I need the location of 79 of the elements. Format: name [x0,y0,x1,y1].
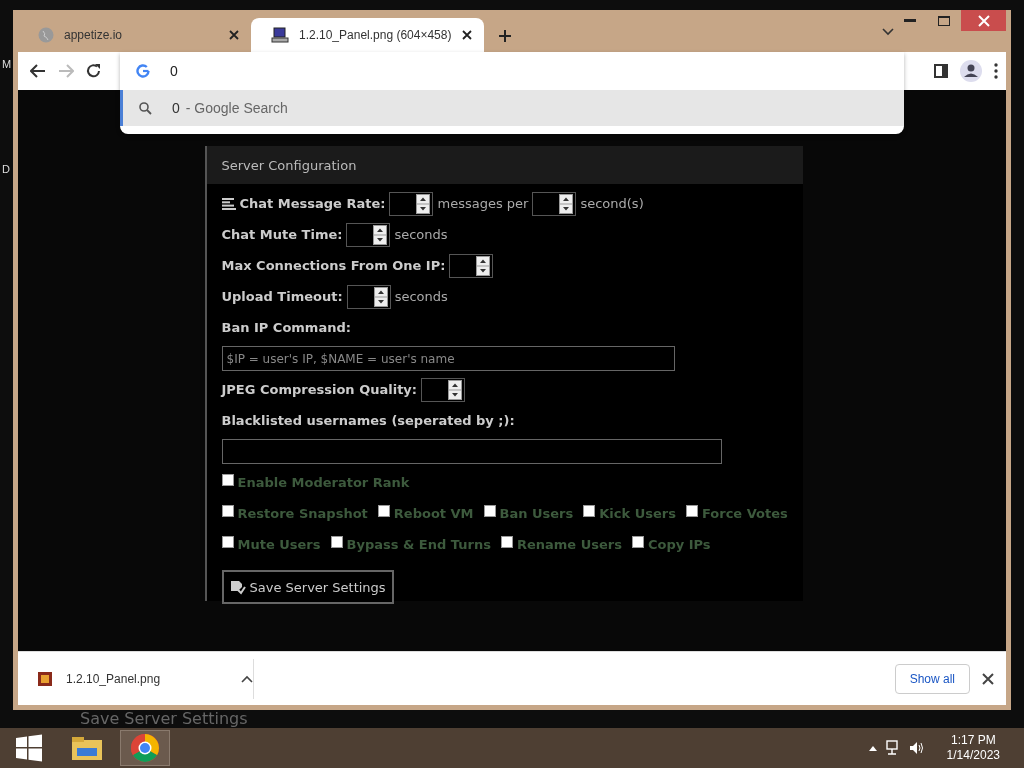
checkbox-label: Copy IPs [647,537,711,552]
close-button[interactable] [961,10,1006,31]
field-label: Blacklisted usernames (seperated by ;): [221,413,515,428]
chevron-down-icon[interactable] [882,28,894,36]
network-icon[interactable] [884,740,901,756]
checkbox[interactable] [221,504,234,517]
field-label: JPEG Compression Quality: [221,382,417,397]
number-spinner[interactable] [532,191,577,216]
close-icon[interactable] [229,30,239,40]
field-label: Max Connections From One IP: [221,258,446,273]
checkbox[interactable] [685,504,698,517]
checkbox-label: Mute Users [237,537,321,552]
checkbox-label: Rename Users [516,537,622,552]
checkbox-label: Ban Users [499,506,574,521]
checkbox[interactable] [631,535,644,548]
checkbox[interactable] [221,473,234,486]
clock-date: 1/14/2023 [946,748,1000,763]
number-spinner[interactable] [346,222,391,247]
computer-icon [271,27,289,43]
field-label: Upload Timeout: [221,289,343,304]
checkbox-label: Reboot VM [393,506,474,521]
clock-time: 1:17 PM [950,733,996,748]
reload-button[interactable] [86,63,102,79]
checkbox[interactable] [377,504,390,517]
unit-label: second(s) [580,196,644,211]
download-filename[interactable]: 1.2.10_Panel.png [66,671,227,686]
close-icon [977,14,990,27]
side-panel-button[interactable] [934,64,948,78]
list-icon [221,197,236,210]
number-spinner[interactable] [421,377,465,402]
checkbox-label: Enable Moderator Rank [237,475,410,490]
checkbox-label: Kick Users [599,506,676,521]
chevron-up-icon[interactable] [241,674,253,683]
panel-title: Server Configuration [206,146,803,184]
caret-up-icon[interactable] [868,745,877,751]
background-text: Save Server Settings [80,710,248,728]
field-label: Chat Mute Time: [221,227,343,242]
volume-icon[interactable] [908,741,925,755]
search-suggestion[interactable]: 0 - Google Search [120,90,904,126]
browser-tab[interactable]: appetize.io [18,18,251,52]
close-button[interactable] [982,672,994,685]
unit-label: seconds [394,289,448,304]
unit-label: seconds [394,227,448,242]
minimize-icon [904,18,916,23]
number-spinner[interactable] [346,284,391,309]
checkbox[interactable] [583,504,596,517]
search-icon [139,101,152,115]
menu-button[interactable] [994,63,998,79]
checkbox-label: Restore Snapshot [237,506,368,521]
field-label: Chat Message Rate: [239,196,386,211]
plus-icon [498,29,512,43]
maximize-icon [938,15,950,26]
number-spinner[interactable] [449,253,494,278]
profile-button[interactable] [960,60,982,82]
field-label: Ban IP Command: [221,320,351,335]
checkbox[interactable] [483,504,496,517]
chrome-button[interactable] [120,730,170,766]
checkbox-label: Force Votes [701,506,788,521]
text-field[interactable] [221,439,722,464]
unit-label: messages per [437,196,529,211]
checkbox[interactable] [330,535,343,548]
checkbox-label: Bypass & End Turns [346,537,491,552]
image-file-icon [38,671,52,686]
save-button[interactable]: Save Server Settings [221,570,394,604]
save-icon [229,579,246,595]
desktop-label: M [2,58,12,70]
number-spinner[interactable] [389,191,434,216]
checkbox[interactable] [221,535,234,548]
desktop-label: D [2,163,10,175]
checkbox[interactable] [500,535,513,548]
text-field[interactable]: $IP = user's IP, $NAME = user's name [221,346,675,371]
address-field[interactable]: 0 [170,61,470,80]
close-icon[interactable] [462,30,472,40]
browser-tab[interactable]: 1.2.10_Panel.png (604×458) [251,18,484,52]
folder-icon [71,734,103,762]
globe-icon [38,27,54,43]
show-all-button[interactable]: Show all [894,663,970,694]
google-icon [136,63,150,78]
back-button[interactable] [30,64,46,78]
